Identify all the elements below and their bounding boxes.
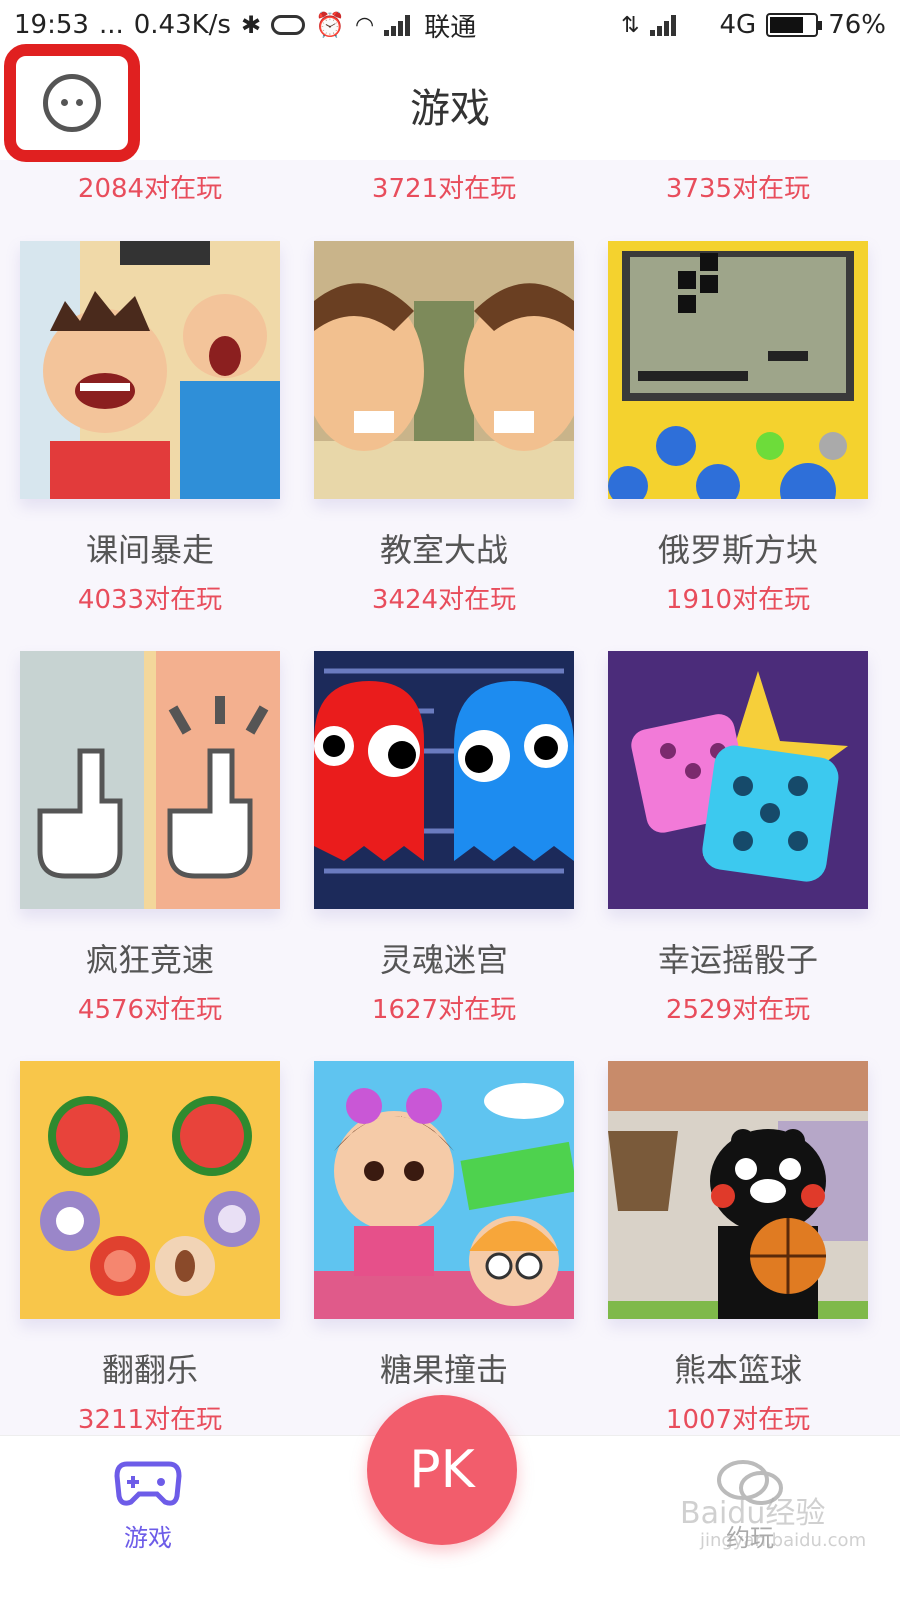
status-battery: 76%	[828, 10, 886, 40]
ghosts-maze-illustration	[314, 651, 574, 909]
game-name: 熊本篮球	[673, 1351, 802, 1389]
status-time: 19:53	[14, 10, 89, 40]
angry-students-illustration	[20, 241, 280, 499]
game-name: 幸运摇骰子	[657, 941, 818, 979]
battery-fill	[770, 17, 804, 33]
watermark-logo: Baidu经验	[680, 1496, 826, 1531]
game-name: 教室大战	[379, 531, 508, 569]
battery-icon	[766, 13, 823, 37]
game-card-7[interactable]: 翻翻乐 3211对在玩	[20, 1061, 280, 1435]
play-count: 1910对在玩	[665, 585, 811, 615]
play-count: 1007对在玩	[665, 1405, 811, 1435]
tab-games[interactable]: 游戏	[68, 1456, 228, 1553]
bear-basketball-illustration	[608, 1061, 868, 1319]
game-name: 疯狂竞速	[85, 941, 214, 979]
game-name: 俄罗斯方块	[657, 531, 818, 569]
play-count: 2084对在玩	[77, 174, 223, 204]
face-icon	[43, 74, 101, 132]
play-count: 3424对在玩	[371, 585, 517, 615]
play-count: 4033对在玩	[77, 585, 223, 615]
play-count: 4576对在玩	[77, 995, 223, 1025]
tap-fingers-illustration	[20, 651, 280, 909]
play-count: 3721对在玩	[371, 174, 517, 204]
handheld-tetris-illustration	[608, 241, 868, 499]
classroom-battle-illustration	[314, 241, 574, 499]
status-speed: 0.43K/s	[133, 10, 231, 40]
game-card-1[interactable]: 课间暴走 4033对在玩	[20, 241, 280, 616]
play-count: 3735对在玩	[665, 174, 811, 204]
dice-illustration	[608, 651, 868, 909]
game-thumbnail-kumamon-basketball[interactable]	[608, 1061, 868, 1319]
game-name: 翻翻乐	[101, 1351, 198, 1389]
page-title: 游戏	[410, 86, 490, 132]
bluetooth-icon: ✱	[240, 11, 262, 39]
status-carrier: 联通	[424, 12, 477, 43]
profile-menu-button[interactable]	[4, 44, 140, 162]
screen: 19:53 ... 0.43K/s ✱ ⏰ ◠ 联通 ⇅ 4G 76% 游戏 2…	[0, 0, 900, 1600]
pk-button[interactable]: PK	[367, 1395, 517, 1545]
play-count: 3211对在玩	[77, 1405, 223, 1435]
signal-icon	[384, 14, 414, 36]
fruit-tiles-illustration	[20, 1061, 280, 1319]
alarm-icon: ⏰	[315, 11, 345, 39]
game-thumbnail-tetris[interactable]	[608, 241, 868, 499]
game-grid: 2084对在玩 3721对在玩 3735对在玩 课间暴走 4033对在玩 教室大…	[0, 160, 900, 1435]
wifi-icon: ◠	[354, 12, 375, 38]
game-card-5[interactable]: 灵魂迷宫 1627对在玩	[314, 651, 574, 1026]
status-bar: 19:53 ... 0.43K/s ✱ ⏰ ◠ 联通 ⇅ 4G 76%	[0, 0, 900, 50]
game-thumbnail-flip-fun[interactable]	[20, 1061, 280, 1319]
game-thumbnail-crazy-race[interactable]	[20, 651, 280, 909]
game-name: 糖果撞击	[379, 1351, 508, 1389]
candy-kids-illustration	[314, 1061, 574, 1319]
game-thumbnail-classroom-battle[interactable]	[314, 241, 574, 499]
status-dots: ...	[98, 10, 124, 40]
game-thumbnail-candy-crash[interactable]	[314, 1061, 574, 1319]
toggle-icon	[271, 15, 306, 35]
play-count: 2529对在玩	[665, 995, 811, 1025]
tab-games-label: 游戏	[124, 1524, 172, 1552]
watermark-url: jingyan.baidu.com	[700, 1530, 867, 1551]
game-card-3[interactable]: 俄罗斯方块 1910对在玩	[608, 241, 868, 616]
game-card-4[interactable]: 疯狂竞速 4576对在玩	[20, 651, 280, 1026]
data-transfer-icon: ⇅	[621, 12, 640, 38]
game-card-8[interactable]: 糖果撞击 14	[314, 1061, 574, 1429]
game-card-2[interactable]: 教室大战 3424对在玩	[314, 241, 574, 616]
game-card-9[interactable]: 熊本篮球 1007对在玩	[608, 1061, 868, 1435]
game-name: 灵魂迷宫	[379, 941, 508, 979]
game-thumbnail-kejian[interactable]	[20, 241, 280, 499]
signal-icon-2	[649, 14, 680, 36]
game-name: 课间暴走	[85, 531, 214, 569]
game-thumbnail-lucky-dice[interactable]	[608, 651, 868, 909]
gamepad-icon	[114, 1461, 182, 1506]
game-thumbnail-soul-maze[interactable]	[314, 651, 574, 909]
status-network: 4G	[719, 10, 757, 40]
game-card-6[interactable]: 幸运摇骰子 2529对在玩	[608, 651, 868, 1026]
play-count: 1627对在玩	[371, 995, 517, 1025]
